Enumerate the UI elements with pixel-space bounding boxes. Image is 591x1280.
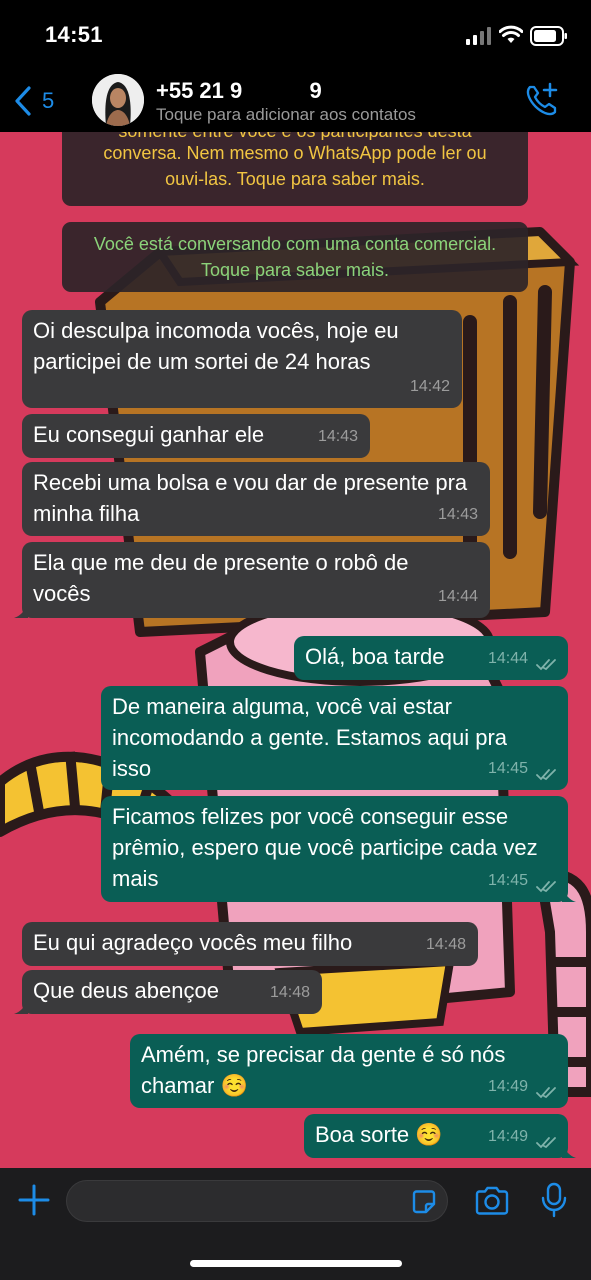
encryption-notice[interactable]: somente entre você e os participantes de…: [62, 132, 528, 206]
double-check-icon: [536, 881, 556, 893]
message-incoming[interactable]: Oi desculpa incomoda vocês, hoje eu part…: [22, 310, 462, 408]
message-time: 14:44: [437, 588, 478, 605]
message-time: 14:48: [425, 936, 466, 953]
message-text: Eu qui agradeço vocês meu filho: [33, 930, 353, 955]
message-time: 14:43: [437, 506, 478, 523]
status-time: 14:51: [45, 22, 103, 47]
wifi-icon: [499, 25, 523, 43]
message-time: 14:45: [487, 760, 528, 777]
avatar-photo: [92, 74, 144, 126]
message-outgoing[interactable]: Ficamos felizes por você conseguir esse …: [101, 796, 576, 902]
encryption-line-1: somente entre você e os participantes de…: [62, 132, 528, 140]
back-button[interactable]: 5: [14, 84, 54, 118]
chat-header: 5 +55 21 9 9 Toque para adicionar aos co…: [0, 70, 591, 132]
message-outgoing[interactable]: Boa sorte ☺️ 14:49: [304, 1114, 576, 1158]
message-time: 14:42: [409, 378, 450, 395]
bubble-tail: [14, 1000, 28, 1014]
message-text: Ela que me deu de presente o robô de voc…: [33, 550, 409, 606]
business-line-2: Toque para saber mais.: [200, 260, 390, 280]
contact-subtitle[interactable]: Toque para adicionar aos contatos: [156, 105, 416, 125]
camera-icon[interactable]: [474, 1186, 510, 1216]
message-time: 14:45: [487, 872, 528, 889]
message-incoming[interactable]: Recebi uma bolsa e vou dar de presente p…: [22, 462, 490, 536]
business-line-1: Você está conversando com uma conta come…: [93, 234, 497, 254]
bubble-tail: [14, 604, 28, 618]
avatar[interactable]: [92, 74, 144, 126]
status-bar: 14:51: [0, 0, 591, 70]
message-text: Oi desculpa incomoda vocês, hoje eu part…: [33, 318, 399, 374]
bubble-tail: [562, 1144, 576, 1158]
encryption-line-2: conversa. Nem mesmo o WhatsApp pode ler …: [103, 143, 487, 163]
battery-icon: [530, 26, 567, 46]
double-check-icon: [536, 659, 556, 671]
business-account-notice[interactable]: Você está conversando com uma conta come…: [62, 222, 528, 292]
contact-name[interactable]: +55 21 9 9: [156, 78, 322, 104]
message-time: 14:49: [487, 1128, 528, 1145]
mic-icon[interactable]: [540, 1182, 568, 1218]
add-call-icon[interactable]: [524, 82, 560, 118]
message-time: 14:44: [487, 650, 528, 667]
message-incoming[interactable]: Eu qui agradeço vocês meu filho 14:48: [22, 922, 478, 966]
message-incoming[interactable]: Que deus abençoe 14:48: [14, 970, 322, 1014]
plus-icon[interactable]: [18, 1184, 50, 1216]
input-bar: [0, 1168, 591, 1280]
message-incoming[interactable]: Ela que me deu de presente o robô de voc…: [14, 542, 490, 618]
message-text: Eu consegui ganhar ele: [33, 422, 265, 447]
double-check-icon: [536, 1087, 556, 1099]
bubble-tail: [562, 888, 576, 902]
chat-area[interactable]: somente entre você e os participantes de…: [0, 132, 591, 1168]
unread-count: 5: [42, 88, 55, 113]
message-time: 14:49: [487, 1078, 528, 1095]
message-outgoing[interactable]: Olá, boa tarde 14:44: [294, 636, 568, 680]
encryption-line-3: ouvi-las. Toque para saber mais.: [165, 169, 425, 189]
message-time: 14:43: [317, 428, 358, 445]
back-chevron-icon: [15, 86, 31, 116]
message-time: 14:48: [269, 984, 310, 1001]
message-text: De maneira alguma, você vai estar incomo…: [112, 694, 508, 781]
message-outgoing[interactable]: De maneira alguma, você vai estar incomo…: [101, 686, 568, 790]
sticker-icon[interactable]: [410, 1188, 438, 1216]
double-check-icon: [536, 1137, 556, 1149]
message-text: Recebi uma bolsa e vou dar de presente p…: [33, 470, 468, 526]
home-indicator: [190, 1260, 402, 1267]
message-outgoing[interactable]: Amém, se precisar da gente é só nós cham…: [130, 1034, 568, 1108]
message-input[interactable]: [66, 1180, 448, 1222]
signal-icon: [466, 27, 491, 45]
message-incoming[interactable]: Eu consegui ganhar ele 14:43: [22, 414, 370, 458]
double-check-icon: [536, 769, 556, 781]
